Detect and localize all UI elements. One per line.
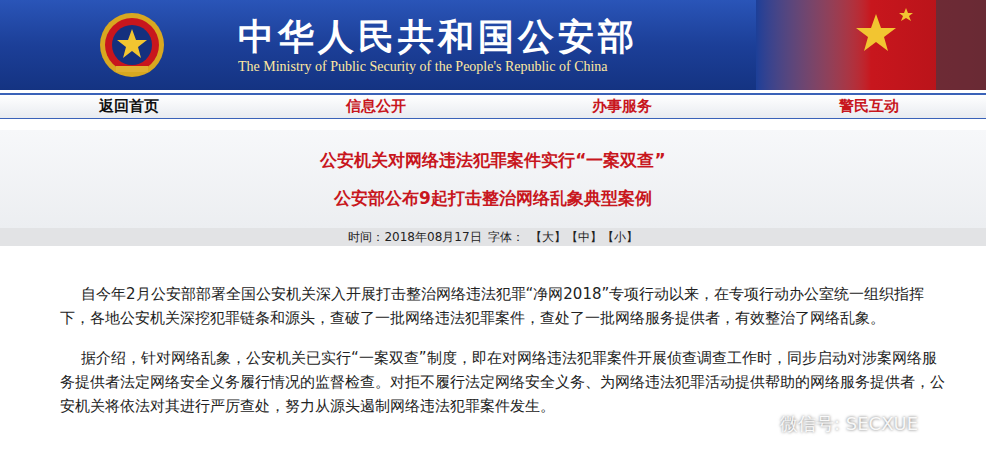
article-header: 公安机关对网络违法犯罪案件实行“一案双查” 公安部公布9起打击整治网络乱象典型案例 [0,130,986,228]
font-size-link[interactable]: 【小】 [602,228,638,246]
watermark-text: 微信号: SECXUE [780,410,918,437]
nav-cell: 信息公开 [247,95,494,118]
header-titles: 中华人民共和国公安部The Ministry of Public Securit… [238,14,638,76]
nav-item[interactable]: 办事服务 [580,95,652,118]
site-subtitle: The Ministry of Public Security of the P… [238,58,638,76]
article-paragraph: 据介绍，针对网络乱象，公安机关已实行“一案双查”制度，即在对网络违法犯罪案件开展… [60,346,946,418]
meta-bar: 时间：2018年08月17日字体： 【大】【中】【小】 [0,228,986,246]
font-size-link[interactable]: 【中】 [566,228,602,246]
nav-item[interactable]: 警民互动 [827,95,899,118]
emblem-icon [98,11,166,79]
font-label: 字体： [488,228,524,246]
article-title: 公安机关对网络违法犯罪案件实行“一案双查” [320,149,665,171]
article-paragraph: 自今年2月公安部部署全国公安机关深入开展打击整治网络违法犯罪“净网2018”专项… [60,282,946,330]
article-subtitle: 公安部公布9起打击整治网络乱象典型案例 [334,187,652,209]
nav-cell: 办事服务 [493,95,740,118]
nav-item[interactable]: 信息公开 [334,95,406,118]
article-body: 自今年2月公安部部署全国公安机关深入开展打击整治网络违法犯罪“净网2018”专项… [0,246,986,418]
nav-item[interactable]: 返回首页 [87,95,159,118]
main-nav: 返回首页 信息公开 办事服务 警民互动 [0,93,986,119]
font-size-link[interactable]: 【大】 [530,228,566,246]
site-title: 中华人民共和国公安部 [238,14,638,58]
publish-time: 时间：2018年08月17日 [348,228,481,246]
flag-picture [756,0,986,90]
watermark: 微信号: SECXUE [752,410,918,437]
site-header: 中华人民共和国公安部The Ministry of Public Securit… [0,0,986,90]
font-size-links: 【大】【中】【小】 [530,228,638,246]
nav-cell: 返回首页 [0,95,247,118]
nav-cell: 警民互动 [740,95,986,118]
